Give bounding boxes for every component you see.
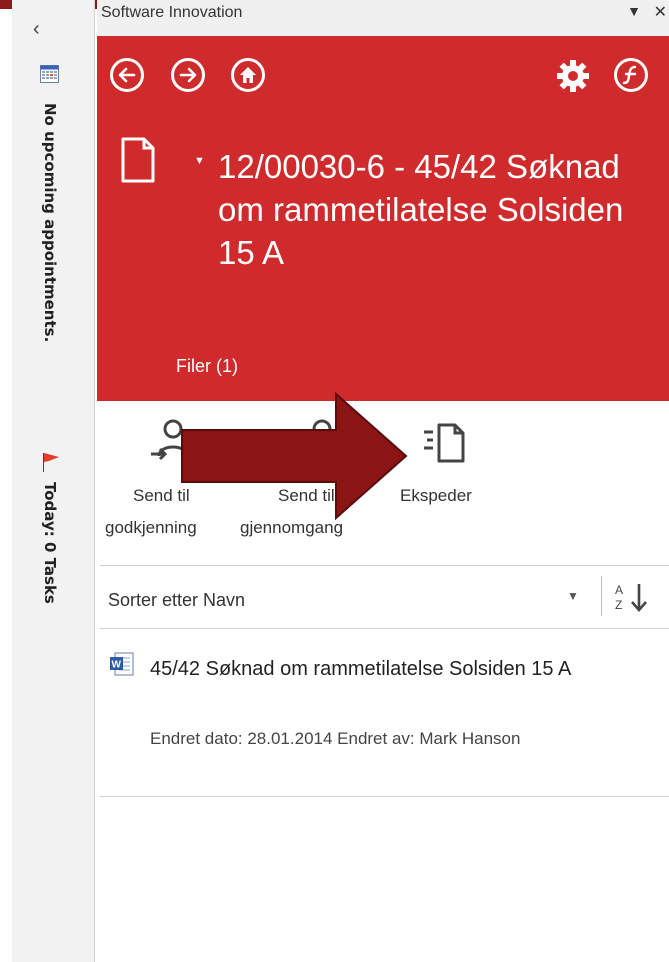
document-title: 12/00030-6 - 45/42 Søknad om rammetilate… bbox=[218, 148, 624, 271]
divider-top bbox=[100, 565, 669, 566]
document-dropdown-caret[interactable]: ▼ bbox=[194, 155, 205, 167]
logo-button[interactable] bbox=[614, 58, 648, 92]
sort-separator bbox=[601, 576, 602, 616]
sort-label: Sorter etter Navn bbox=[108, 590, 246, 610]
divider-file bbox=[100, 796, 669, 797]
today-tasks-text[interactable]: Today: 0 Tasks bbox=[41, 482, 59, 604]
svg-text:W: W bbox=[112, 660, 122, 671]
pane-close-button[interactable]: ✕ bbox=[654, 2, 667, 22]
settings-button[interactable] bbox=[555, 58, 591, 99]
sort-az-icon: A Z bbox=[615, 583, 647, 612]
f-logo-icon bbox=[622, 65, 637, 85]
word-document-icon: W bbox=[109, 652, 135, 683]
file-meta: Endret dato: 28.01.2014 Endret av: Mark … bbox=[150, 729, 521, 748]
sort-az-button[interactable]: A Z bbox=[612, 580, 652, 619]
document-icon bbox=[120, 136, 156, 189]
back-circle-icon bbox=[118, 67, 136, 83]
forward-circle-icon bbox=[179, 67, 197, 83]
divider-sort bbox=[100, 628, 669, 629]
file-name[interactable]: 45/42 Søknad om rammetilatelse Solsiden … bbox=[150, 655, 600, 684]
home-button[interactable] bbox=[231, 58, 265, 92]
home-circle-icon bbox=[240, 67, 256, 83]
back-button[interactable] bbox=[110, 58, 144, 92]
gear-icon bbox=[557, 60, 589, 92]
svg-text:A: A bbox=[615, 583, 623, 597]
svg-text:Z: Z bbox=[615, 598, 622, 612]
calendar-icon bbox=[40, 65, 59, 88]
upcoming-appointments-text[interactable]: No upcoming appointments. bbox=[41, 103, 59, 342]
pane-title-bar: Software Innovation ▼ ✕ bbox=[97, 0, 669, 36]
todo-bar: ‹ No upcoming appointments. Today: 0 Tas… bbox=[12, 0, 95, 962]
sort-dropdown-caret[interactable]: ▼ bbox=[567, 589, 579, 603]
flag-icon bbox=[40, 451, 62, 478]
forward-button[interactable] bbox=[171, 58, 205, 92]
collapse-todo-bar-button[interactable]: ‹ bbox=[33, 18, 40, 41]
overlay-arrow bbox=[181, 391, 408, 521]
files-tab[interactable]: Filer (1) bbox=[176, 356, 238, 377]
pane-menu-button[interactable]: ▼ bbox=[627, 3, 641, 19]
pane-title: Software Innovation bbox=[101, 4, 243, 21]
dispatch-icon bbox=[424, 423, 465, 463]
